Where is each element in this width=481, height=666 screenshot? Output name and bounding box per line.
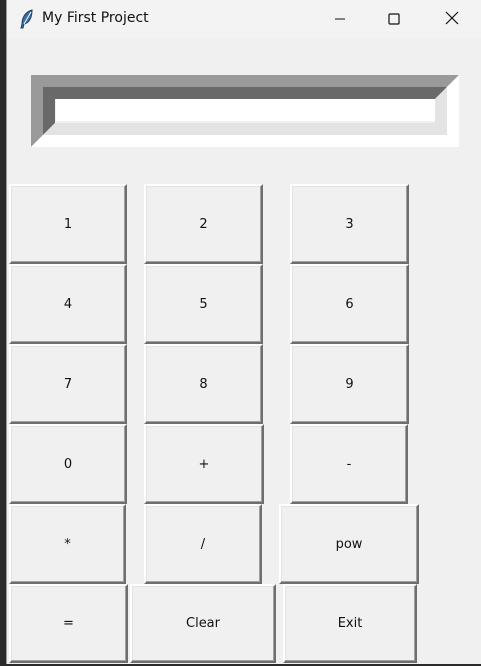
- digit-1-button[interactable]: 1: [9, 184, 127, 264]
- window-title: My First Project: [42, 10, 149, 26]
- display-frame: [31, 75, 459, 147]
- minimize-button[interactable]: [317, 0, 363, 38]
- clear-button[interactable]: Clear: [130, 584, 276, 663]
- digit-2-button[interactable]: 2: [144, 184, 263, 264]
- display-entry[interactable]: [56, 99, 435, 121]
- digit-5-button[interactable]: 5: [144, 264, 263, 344]
- minus-button[interactable]: -: [290, 424, 408, 504]
- app-window: My First Project 1 2 3 4 5 6 7 8 9 0 + -…: [6, 0, 481, 664]
- digit-4-button[interactable]: 4: [9, 264, 127, 344]
- equals-button[interactable]: =: [9, 584, 128, 663]
- minimize-icon: [334, 10, 346, 29]
- digit-8-button[interactable]: 8: [144, 344, 263, 424]
- exit-button[interactable]: Exit: [283, 584, 417, 663]
- close-button[interactable]: [429, 0, 475, 38]
- feather-icon: [19, 9, 35, 29]
- multiply-button[interactable]: *: [9, 504, 126, 584]
- digit-9-button[interactable]: 9: [290, 344, 409, 424]
- divide-button[interactable]: /: [144, 504, 262, 584]
- maximize-icon: [388, 10, 400, 29]
- maximize-button[interactable]: [371, 0, 417, 38]
- title-bar: My First Project: [7, 0, 481, 38]
- plus-button[interactable]: +: [144, 424, 264, 504]
- digit-6-button[interactable]: 6: [290, 264, 409, 344]
- pow-button[interactable]: pow: [279, 504, 419, 584]
- digit-7-button[interactable]: 7: [9, 344, 127, 424]
- close-icon: [445, 10, 459, 29]
- digit-0-button[interactable]: 0: [9, 424, 127, 504]
- digit-3-button[interactable]: 3: [290, 184, 409, 264]
